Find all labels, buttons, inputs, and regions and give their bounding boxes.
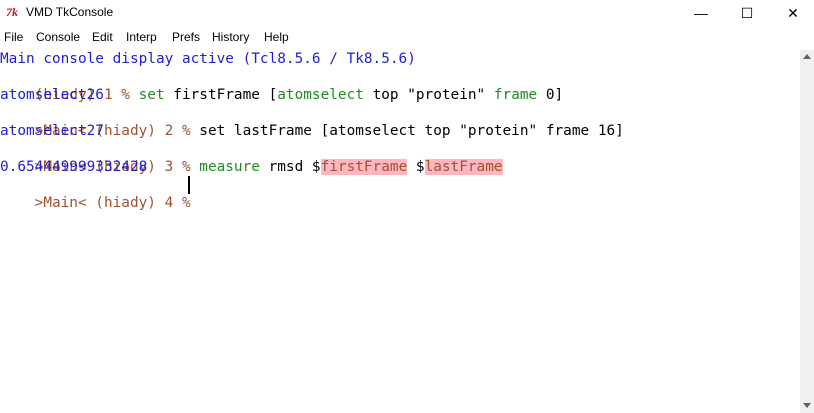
console-output-1: atomselect26 [0, 87, 104, 103]
menu-help[interactable]: Help [264, 30, 289, 45]
maximize-button[interactable]: ☐ [724, 0, 770, 26]
console-input-line-2: >Main< (hiady) 2 % set lastFrame [atomse… [0, 104, 624, 139]
command-text: rmsd $ [259, 159, 321, 175]
console-output-3: 0.654449999332428 [0, 159, 148, 175]
scroll-up-arrow-icon[interactable] [803, 54, 811, 59]
command-text: top "protein" [363, 87, 494, 103]
menu-interp[interactable]: Interp [126, 30, 157, 45]
highlighted-variable: firstFrame [320, 159, 408, 175]
tk-feather-icon: 7k [6, 5, 18, 19]
console-text-area[interactable]: Main console display active (Tcl8.5.6 / … [0, 50, 800, 413]
command-text: firstFrame [ [164, 87, 278, 103]
command-keyword: atomselect [277, 87, 364, 103]
text-cursor [188, 176, 190, 194]
command-keyword: measure [199, 159, 260, 175]
menu-file[interactable]: File [4, 30, 23, 45]
title-bar: 7k VMD TkConsole — ☐ ✕ [0, 0, 814, 26]
command-keyword: set [138, 87, 165, 103]
menu-edit[interactable]: Edit [92, 30, 113, 45]
command-text: 0] [537, 87, 564, 103]
command-keyword: frame [493, 87, 538, 103]
highlighted-variable: lastFrame [424, 159, 503, 175]
command-text: set lastFrame [atomselect top "protein" … [199, 123, 624, 139]
console-output-2: atomselect27 [0, 123, 104, 139]
menu-prefs[interactable]: Prefs [172, 30, 200, 45]
vertical-scrollbar[interactable] [800, 50, 814, 413]
close-button[interactable]: ✕ [770, 0, 814, 26]
command-text: $ [407, 159, 425, 175]
console-input-line-3: >Main< (hiady) 3 % measure rmsd $firstFr… [0, 140, 503, 175]
menu-console[interactable]: Console [36, 30, 80, 45]
console-input-line-1: (hiady) 1 % set firstFrame [atomselect t… [0, 68, 564, 103]
window-title: VMD TkConsole [26, 5, 114, 19]
console-prompt: >Main< (hiady) 4 % [34, 195, 200, 211]
minimize-button[interactable]: — [678, 0, 724, 26]
menu-history[interactable]: History [212, 30, 249, 45]
console-input-line-4[interactable]: >Main< (hiady) 4 % [0, 176, 199, 211]
menu-bar: File Console Edit Interp Prefs History H… [0, 27, 814, 48]
console-banner: Main console display active (Tcl8.5.6 / … [0, 51, 416, 67]
scroll-down-arrow-icon[interactable] [803, 403, 811, 408]
